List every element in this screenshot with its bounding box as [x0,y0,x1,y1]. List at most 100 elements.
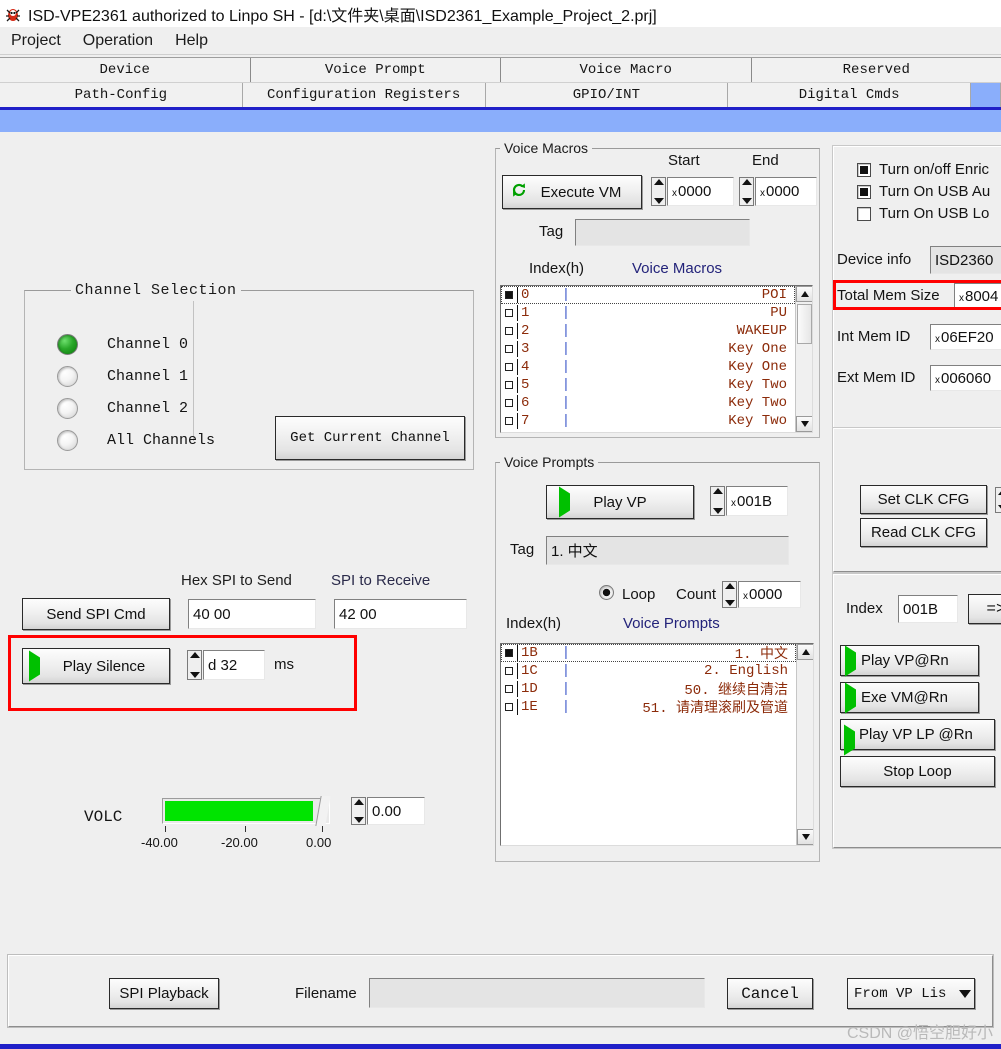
list-item[interactable]: 6 | Key Two [501,394,795,412]
vm-start-stepper[interactable] [651,177,666,206]
send-spi-cmd-button[interactable]: Send SPI Cmd [22,598,170,630]
vm-start-input[interactable]: x 0000 [667,177,734,206]
set-clk-cfg-button[interactable]: Set CLK CFG [860,485,987,514]
vp-count-stepper[interactable] [722,581,737,608]
rn-index-input[interactable]: 001B [898,595,958,623]
radio-channel-1[interactable] [57,366,78,387]
play-vp-lp-at-rn-button[interactable]: Play VP LP @Rn [840,719,995,756]
radio-all-channels[interactable] [57,430,78,451]
list-item[interactable]: 1B | 1. 中文 [501,644,796,663]
get-current-channel-button[interactable]: Get Current Channel [275,416,465,460]
play-vp-at-rn-button[interactable]: Play VP@Rn [840,645,979,676]
voice-macros-listbox[interactable]: 0 | POI 1 | PU 2 | WAKEUP 3 | Key One 4 | Key One 5 | Key… [500,285,813,433]
volc-stepper-up-icon[interactable] [353,799,364,805]
tab-digital-cmds[interactable]: Digital Cmds [728,83,971,107]
voice-prompts-scrollbar[interactable] [796,644,813,845]
vm-end-stepper[interactable] [739,177,754,206]
menu-item-help[interactable]: Help [164,30,219,52]
vp-count-stepper-up-icon[interactable] [724,583,735,589]
voice-macro-bullet-icon[interactable] [501,345,517,353]
vp-index-stepper[interactable] [710,486,725,516]
clk-cfg-stepper[interactable] [995,487,1001,513]
list-item[interactable]: 0 | POI [501,286,795,304]
checkbox-turn-on-usb-audio[interactable] [857,185,871,199]
stepper-up-icon[interactable] [189,652,200,658]
list-item[interactable]: 3 | Key One [501,340,795,358]
exe-vm-at-rn-button[interactable]: Exe VM@Rn [840,682,979,713]
tab-voice-macro[interactable]: Voice Macro [501,58,752,82]
play-vp-button[interactable]: Play VP [546,485,694,519]
voice-prompt-bullet-icon[interactable] [501,649,517,657]
scroll-thumb[interactable] [797,304,812,344]
spi-to-receive-input[interactable]: 42 00 [334,599,467,629]
chevron-down-icon[interactable] [956,989,974,998]
list-item[interactable]: 4 | Key One [501,358,795,376]
voice-prompt-bullet-icon[interactable] [501,667,517,675]
voice-macro-bullet-icon[interactable] [501,417,517,425]
hex-spi-to-send-input[interactable]: 40 00 [188,599,316,629]
tab-device[interactable]: Device [0,58,251,82]
voice-macros-scrollbar[interactable] [795,286,812,432]
volc-stepper[interactable] [351,797,366,825]
vm-end-input[interactable]: x 0000 [755,177,817,206]
radio-channel-2[interactable] [57,398,78,419]
volc-slider[interactable] [162,798,330,824]
vm-tag-input[interactable] [575,219,750,246]
list-item[interactable]: 5 | Key Two [501,376,795,394]
filename-input[interactable] [369,978,705,1008]
vm-end-stepper-down-icon[interactable] [741,198,752,204]
voice-macro-bullet-icon[interactable] [501,381,517,389]
rn-transfer-button[interactable]: => [968,594,1001,624]
checkbox-turn-on-usb-log[interactable] [857,207,871,221]
scroll-up-icon[interactable] [796,286,812,302]
vp-index-stepper-down-icon[interactable] [712,508,723,514]
tab-reserved[interactable]: Reserved [751,58,1001,82]
voice-macro-bullet-icon[interactable] [501,309,517,317]
voice-prompt-bullet-icon[interactable] [501,703,517,711]
vm-end-stepper-up-icon[interactable] [741,179,752,185]
tab-configuration-registers[interactable]: Configuration Registers [242,83,486,107]
checkbox-turn-on-off-enrich[interactable] [857,163,871,177]
volc-stepper-down-icon[interactable] [353,817,364,823]
radio-channel-0[interactable] [57,334,78,355]
list-item[interactable]: 1C | 2. English [501,662,796,680]
vp-count-input[interactable]: x 0000 [738,581,801,608]
voice-prompt-bullet-icon[interactable] [501,685,517,693]
menu-item-operation[interactable]: Operation [72,30,164,52]
tab-path-config[interactable]: Path-Config [0,83,243,107]
spi-playback-button[interactable]: SPI Playback [109,978,219,1009]
voice-macro-bullet-icon[interactable] [501,291,517,299]
scroll-down-icon[interactable] [796,416,812,432]
list-item[interactable]: 7 | Key Two [501,412,795,430]
scroll-up-icon[interactable] [797,644,813,660]
clk-stepper-down-icon[interactable] [997,505,1001,511]
execute-vm-button[interactable]: Execute VM [502,175,642,209]
tab-selected-overflow[interactable] [971,83,1001,107]
play-silence-button[interactable]: Play Silence [22,648,170,684]
stop-loop-button[interactable]: Stop Loop [840,756,995,787]
loop-radio[interactable] [599,585,614,600]
stepper-down-icon[interactable] [189,672,200,678]
source-select[interactable]: From VP Lis [847,978,975,1009]
read-clk-cfg-button[interactable]: Read CLK CFG [860,518,987,547]
voice-macro-bullet-icon[interactable] [501,399,517,407]
voice-macro-bullet-icon[interactable] [501,327,517,335]
voice-prompts-listbox[interactable]: 1B | 1. 中文 1C | 2. English 1D | 50. 继续自清洁 1E | 51. … [500,643,814,846]
scroll-down-icon[interactable] [797,829,813,845]
silence-duration-input[interactable]: d 32 [203,650,265,680]
vm-start-stepper-down-icon[interactable] [653,198,664,204]
list-item[interactable]: 1 | PU [501,304,795,322]
clk-stepper-up-icon[interactable] [997,489,1001,495]
tab-voice-prompt[interactable]: Voice Prompt [250,58,501,82]
volc-value-input[interactable]: 0.00 [367,797,425,825]
vp-index-stepper-up-icon[interactable] [712,488,723,494]
tab-gpio-int[interactable]: GPIO/INT [485,83,729,107]
vp-index-input[interactable]: x 001B [726,486,788,516]
list-item[interactable]: 1E | 51. 请清理滚刷及管道 [501,698,796,717]
list-item[interactable]: 2 | WAKEUP [501,322,795,340]
vm-start-stepper-up-icon[interactable] [653,179,664,185]
cancel-button[interactable]: Cancel [727,978,813,1009]
vp-count-stepper-down-icon[interactable] [724,600,735,606]
silence-duration-stepper[interactable] [187,650,202,680]
menu-item-project[interactable]: Project [0,30,72,52]
